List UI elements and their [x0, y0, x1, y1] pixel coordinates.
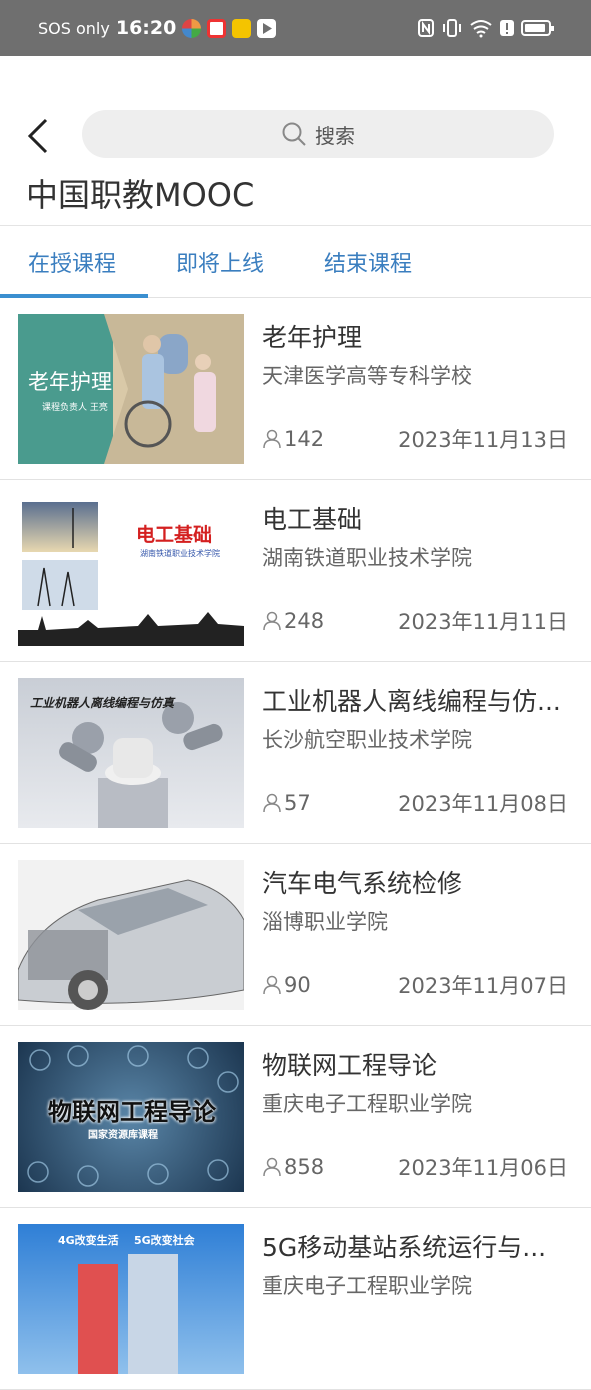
wifi-icon — [470, 20, 492, 38]
course-date: 2023年11月11日 — [398, 610, 568, 634]
tab-ongoing[interactable]: 在授课程 — [28, 246, 116, 278]
thumbnail-title: 物联网工程导论 — [48, 1098, 216, 1126]
car-photo — [18, 879, 244, 1010]
thumbnail-subtitle: 国家资源库课程 — [88, 1130, 158, 1141]
course-title: 工业机器人离线编程与仿... — [262, 687, 561, 716]
thumbnail-title: 老年护理 — [28, 370, 112, 394]
app-notification-icon — [182, 18, 202, 38]
person-icon — [263, 793, 281, 813]
course-date: 2023年11月07日 — [398, 974, 568, 998]
course-meta: 248 2023年11月11日 — [262, 606, 568, 636]
thumbnail-title: 工业机器人离线编程与仿真 — [30, 696, 175, 710]
course-date: 2023年11月08日 — [398, 792, 568, 816]
search-bar[interactable]: 搜索 — [82, 110, 554, 158]
course-meta: 142 2023年11月13日 — [262, 424, 568, 454]
course-title: 物联网工程导论 — [262, 1051, 438, 1080]
course-title: 老年护理 — [262, 323, 363, 352]
tab-finished[interactable]: 结束课程 — [324, 246, 412, 278]
student-count: 57 — [262, 791, 311, 815]
tab-upcoming[interactable]: 即将上线 — [176, 246, 264, 278]
course-thumbnail: 工业机器人离线编程与仿真 — [18, 678, 244, 828]
student-count: 90 — [262, 973, 311, 997]
student-count: 248 — [262, 609, 324, 633]
person-icon — [263, 975, 281, 995]
play-icon — [257, 18, 277, 38]
page-title: 中国职教MOOC — [26, 176, 255, 214]
course-school: 重庆电子工程职业学院 — [262, 1092, 472, 1116]
vibrate-icon — [443, 19, 461, 37]
clock: 16:20 — [115, 17, 177, 39]
thumbnail-title: 电工基础 — [136, 524, 213, 546]
alert-icon — [500, 20, 514, 36]
status-bar: SOS only 16:20 — [0, 0, 591, 56]
student-count-value: 142 — [284, 427, 325, 451]
student-count-value: 248 — [284, 609, 325, 633]
course-meta: 90 2023年11月07日 — [262, 970, 568, 1000]
person-icon — [263, 611, 281, 631]
course-school: 重庆电子工程职业学院 — [262, 1274, 472, 1298]
tab-bar: 在授课程 即将上线 结束课程 — [0, 226, 591, 298]
student-count: 142 — [262, 427, 324, 451]
course-title: 汽车电气系统检修 — [262, 869, 463, 898]
course-item[interactable]: 物联网工程导论 国家资源库课程 物联网工程导论 重庆电子工程职业学院 858 2… — [0, 1026, 591, 1208]
course-date: 2023年11月13日 — [398, 428, 568, 452]
course-thumbnail — [18, 860, 244, 1010]
course-thumbnail: 4G改变生活 5G改变社会 — [18, 1224, 244, 1374]
search-icon — [282, 122, 306, 146]
person-icon — [263, 429, 281, 449]
sos-label: SOS only — [38, 18, 110, 38]
thumbnail-subtitle: 课程负责人 王亮 — [42, 403, 108, 413]
course-date: 2023年11月06日 — [398, 1156, 568, 1180]
course-school: 淄博职业学院 — [262, 910, 388, 934]
person-icon — [263, 1157, 281, 1177]
nfc-icon — [418, 19, 434, 37]
course-title: 电工基础 — [262, 505, 363, 534]
course-item[interactable]: 老年护理 课程负责人 王亮 老年护理 天津医学高等专科学校 142 2023年1… — [0, 298, 591, 480]
student-count-value: 858 — [284, 1155, 325, 1179]
chevron-left-icon — [27, 118, 48, 154]
app-notification-icon — [207, 18, 227, 38]
back-button[interactable] — [24, 116, 54, 156]
course-item[interactable]: 汽车电气系统检修 淄博职业学院 90 2023年11月07日 — [0, 844, 591, 1026]
course-school: 湖南铁道职业技术学院 — [262, 546, 472, 570]
student-count-value: 90 — [284, 973, 311, 997]
course-thumbnail: 物联网工程导论 国家资源库课程 — [18, 1042, 244, 1192]
course-meta: 858 2023年11月06日 — [262, 1152, 568, 1182]
battery-icon — [521, 20, 554, 36]
student-count: 858 — [262, 1155, 324, 1179]
course-list: 老年护理 课程负责人 王亮 老年护理 天津医学高等专科学校 142 2023年1… — [0, 298, 591, 1390]
course-item[interactable]: 电工基础 湖南铁道职业技术学院 电工基础 湖南铁道职业技术学院 248 2023… — [0, 480, 591, 662]
search-placeholder: 搜索 — [315, 123, 355, 148]
course-item[interactable]: 工业机器人离线编程与仿真 工业机器人离线编程与仿... 长沙航空职业技术学院 5… — [0, 662, 591, 844]
base-station-photo — [78, 1254, 178, 1374]
course-school: 天津医学高等专科学校 — [262, 364, 472, 388]
course-school: 长沙航空职业技术学院 — [262, 728, 472, 752]
electric-photo — [18, 502, 244, 646]
course-thumbnail: 电工基础 湖南铁道职业技术学院 — [18, 496, 244, 646]
student-count-value: 57 — [284, 791, 311, 815]
course-title: 5G移动基站系统运行与... — [262, 1233, 547, 1262]
course-item[interactable]: 4G改变生活 5G改变社会 5G移动基站系统运行与... 重庆电子工程职业学院 — [0, 1208, 591, 1390]
course-thumbnail: 老年护理 课程负责人 王亮 — [18, 314, 244, 464]
app-notification-icon — [232, 18, 252, 38]
course-meta: 57 2023年11月08日 — [262, 788, 568, 818]
thumbnail-subtitle: 湖南铁道职业技术学院 — [140, 549, 220, 558]
